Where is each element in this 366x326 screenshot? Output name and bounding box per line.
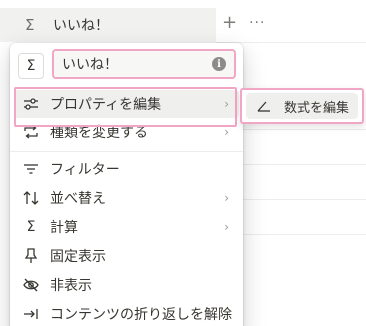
chevron-right-icon: › bbox=[224, 220, 229, 234]
sigma-icon: Σ bbox=[26, 58, 36, 74]
menu-item-label: 非表示 bbox=[50, 278, 92, 294]
sort-icon bbox=[22, 191, 40, 205]
edit-property-submenu: 数式を編集 bbox=[240, 88, 364, 124]
menu-item-change-type[interactable]: 種類を変更する › bbox=[14, 118, 239, 146]
menu-item-label: 計算 bbox=[50, 220, 78, 236]
menu-item-label: 並べ替え bbox=[50, 191, 106, 207]
formula-edit-icon bbox=[256, 99, 272, 113]
pin-icon bbox=[22, 248, 40, 264]
column-header[interactable]: Σ いいね！ bbox=[0, 8, 216, 42]
wrap-icon bbox=[22, 307, 40, 321]
add-property-button[interactable]: + bbox=[222, 14, 237, 32]
menu-item-filter[interactable]: フィルター bbox=[14, 155, 239, 183]
menu-item-sort[interactable]: 並べ替え › bbox=[14, 184, 239, 212]
sigma-icon: Σ bbox=[25, 16, 35, 34]
filter-icon bbox=[22, 162, 40, 176]
column-title: いいね！ bbox=[53, 18, 109, 34]
menu-item-label: 固定表示 bbox=[50, 249, 106, 265]
menu-item-label: 種類を変更する bbox=[50, 125, 148, 141]
info-icon[interactable]: i bbox=[212, 57, 226, 71]
submenu-item-label: 数式を編集 bbox=[284, 100, 350, 116]
property-type-button[interactable]: Σ bbox=[18, 53, 44, 79]
menu-item-pin[interactable]: 固定表示 bbox=[14, 242, 239, 270]
property-menu: Σ いいね！ i プロパティを編集 › 種類を変更する › フィルター 並べ替え… bbox=[10, 43, 243, 326]
property-name-input[interactable]: いいね！ i bbox=[52, 49, 236, 79]
more-options-button[interactable]: ··· bbox=[249, 15, 265, 31]
change-type-icon bbox=[22, 125, 40, 139]
chevron-right-icon: › bbox=[224, 191, 229, 205]
property-name-row: Σ いいね！ i bbox=[18, 49, 236, 79]
eye-off-icon bbox=[22, 278, 40, 292]
chevron-right-icon: › bbox=[224, 97, 229, 111]
sigma-icon: Σ bbox=[26, 219, 36, 235]
submenu-item-edit-formula[interactable]: 数式を編集 bbox=[246, 93, 358, 119]
sliders-icon bbox=[22, 97, 40, 111]
menu-item-unwrap-content[interactable]: コンテンツの折り返しを解除 bbox=[14, 300, 239, 326]
chevron-right-icon: › bbox=[224, 125, 229, 139]
property-name-value: いいね！ bbox=[62, 57, 118, 73]
menu-item-label: フィルター bbox=[50, 162, 120, 178]
menu-item-label: プロパティを編集 bbox=[50, 97, 162, 113]
menu-item-edit-property[interactable]: プロパティを編集 › bbox=[14, 90, 239, 118]
menu-item-label: コンテンツの折り返しを解除 bbox=[50, 307, 232, 323]
screen: Σ いいね！ + ··· Σ いいね！ i プロパティを編集 › 種類を変更する… bbox=[0, 0, 366, 326]
menu-item-calculate[interactable]: Σ 計算 › bbox=[14, 213, 239, 241]
header-actions: + ··· bbox=[222, 14, 265, 32]
menu-item-hide[interactable]: 非表示 bbox=[14, 271, 239, 299]
menu-divider bbox=[10, 151, 243, 152]
